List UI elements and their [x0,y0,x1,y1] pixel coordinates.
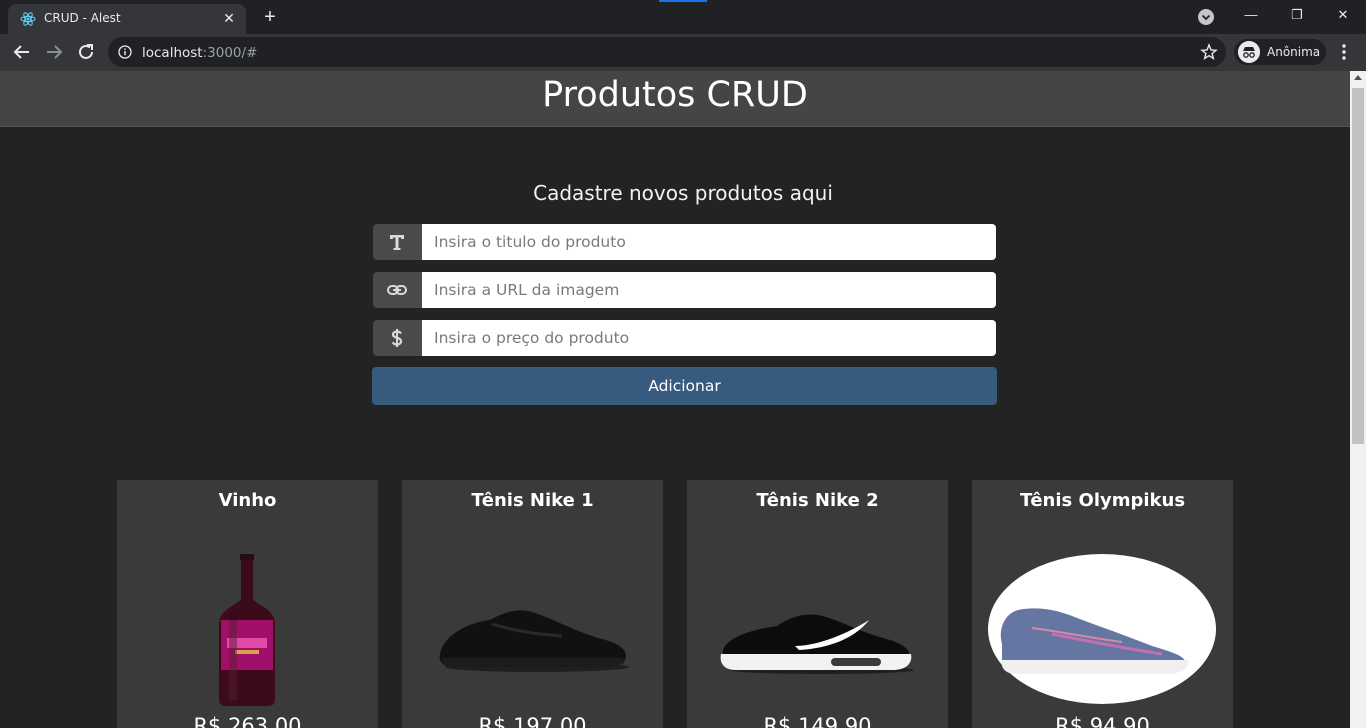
browser-titlebar: CRUD - Alest ✕ + — ❐ ✕ [0,0,1366,34]
url-text: localhost:3000/# [142,45,258,61]
tab-close-icon[interactable]: ✕ [220,9,238,27]
restore-icon[interactable]: ❐ [1274,4,1320,26]
browser-menu-icon[interactable] [1336,42,1352,62]
page-title: Produtos CRUD [542,75,808,115]
browser-toolbar: localhost:3000/# Anônima [0,34,1366,71]
product-card: Vinho R$ 263,00 [117,480,378,728]
product-price: R$ 149,90 [763,714,872,728]
product-title: Tênis Olympikus [1019,490,1186,511]
product-title: Tênis Nike 1 [471,490,594,511]
incognito-profile-button[interactable]: Anônima [1234,39,1326,65]
react-favicon-icon [20,12,36,26]
scrollbar-thumb[interactable] [1352,88,1364,444]
image-url-field-group [373,272,996,308]
forward-arrow-icon[interactable] [42,41,66,63]
page-viewport: Produtos CRUD Cadastre novos produtos aq… [0,71,1350,728]
black-sneaker-image [439,610,629,672]
product-price: R$ 197,00 [478,714,587,728]
product-title: Tênis Nike 2 [756,490,879,511]
link-icon [387,285,407,295]
profile-label: Anônima [1267,45,1321,59]
product-price: R$ 94,90 [1055,714,1150,728]
image-url-addon [373,272,422,308]
scroll-up-arrow-icon[interactable] [1354,75,1362,80]
back-arrow-icon[interactable] [10,41,34,63]
blue-running-shoe-image [988,554,1216,704]
product-card: Tênis Nike 2 R$ 149,90 [687,480,948,728]
tab-title: CRUD - Alest [44,11,121,25]
form-heading: Cadastre novos produtos aqui [533,181,833,205]
new-tab-icon[interactable]: + [258,6,282,28]
site-info-icon[interactable] [118,45,132,59]
product-card: Tênis Nike 1 R$ 197,00 [402,480,663,728]
bookmark-star-icon[interactable] [1200,43,1218,61]
address-bar[interactable]: localhost:3000/# [108,37,1226,67]
product-price: R$ 263,00 [193,714,302,728]
title-addon [373,224,422,260]
title-input[interactable] [422,224,996,260]
image-url-input[interactable] [422,272,996,308]
price-input[interactable] [422,320,996,356]
minimize-icon[interactable]: — [1228,4,1274,26]
price-field-group [373,320,996,356]
product-card: Tênis Olympikus R$ 94,90 [972,480,1233,728]
dollar-icon [391,329,403,347]
black-white-sneaker-image [720,614,914,674]
text-icon [390,235,404,250]
page-header: Produtos CRUD [0,71,1350,127]
window-close-icon[interactable]: ✕ [1320,4,1366,26]
tab-strip-indicator [659,0,707,2]
product-title: Vinho [218,490,277,511]
incognito-icon [1238,41,1260,63]
reload-icon[interactable] [74,41,98,63]
page-scrollbar[interactable] [1350,71,1366,728]
add-product-button[interactable]: Adicionar [372,367,997,405]
price-addon [373,320,422,356]
wine-bottle-image [219,554,275,706]
tab-search-icon[interactable] [1198,9,1214,25]
title-field-group [373,224,996,260]
browser-tab[interactable]: CRUD - Alest ✕ [8,4,246,34]
